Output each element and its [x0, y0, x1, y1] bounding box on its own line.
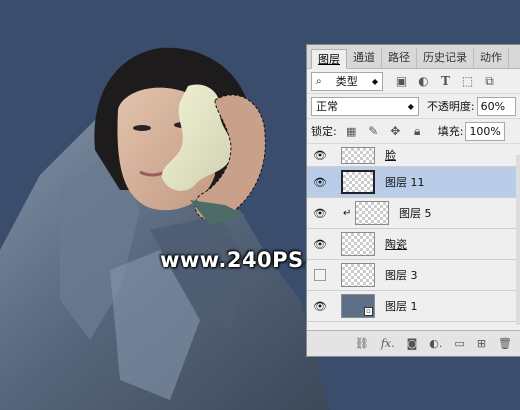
fill-input[interactable]: 100%: [465, 121, 506, 141]
eye-icon[interactable]: 👁︎: [307, 149, 333, 162]
tab-paths[interactable]: 路径: [382, 48, 417, 68]
layer-name: 脸: [385, 149, 396, 162]
eye-icon[interactable]: 👁︎: [307, 176, 333, 189]
filter-type-label: 类型: [335, 75, 358, 88]
lock-row: 锁定: ▦ ✎ ✥ 🔒︎ 填充: 100%: [307, 119, 520, 144]
type-filter-icon[interactable]: T: [439, 74, 452, 88]
panel-footer: ⛓ fx. ◙ ◐. ▭ ⊞ 🗑︎: [307, 330, 520, 356]
filter-icons: ▣ ◐ T ⬚ ⧉: [395, 74, 496, 89]
panel-tab-bar: 图层 通道 路径 历史记录 动作: [307, 45, 520, 69]
fill-label: 填充:: [437, 125, 464, 138]
layer-name: 陶瓷: [385, 238, 407, 251]
shape-filter-icon[interactable]: ⬚: [461, 74, 474, 88]
clipping-arrow-icon: ↵: [343, 207, 352, 219]
tab-channels[interactable]: 通道: [347, 48, 382, 68]
layer-name: 图层 5: [399, 207, 432, 220]
fx-icon[interactable]: fx.: [381, 337, 395, 350]
smart-object-filter-icon[interactable]: ⧉: [483, 74, 496, 88]
layer-name: 图层 3: [385, 269, 418, 282]
mask-icon[interactable]: ◙: [407, 337, 418, 350]
layers-panel: 图层 通道 路径 历史记录 动作 ⌕ 类型 ◆ ▣ ◐ T ⬚ ⧉ 正常 ◆ 不…: [306, 44, 520, 357]
layer-name: 图层 11: [385, 176, 425, 189]
opacity-input[interactable]: 60%: [476, 96, 516, 116]
layer-thumbnail: [355, 201, 389, 225]
chevron-updown-icon: ◆: [371, 76, 378, 86]
layer-row[interactable]: 图层 3: [307, 260, 520, 291]
layer-filter-select[interactable]: ⌕ 类型 ◆: [311, 71, 383, 91]
trash-icon[interactable]: 🗑︎: [498, 337, 512, 350]
layers-list: 👁︎ 脸 👁︎ 图层 11 👁︎ ↵ 图层 5 👁︎ 陶瓷 图层 3 👁︎ ▫ …: [307, 144, 520, 322]
new-layer-icon[interactable]: ⊞: [477, 337, 486, 350]
layer-thumbnail: [341, 232, 375, 256]
search-icon: ⌕: [316, 75, 322, 87]
layer-row[interactable]: 👁︎ 陶瓷: [307, 229, 520, 260]
blend-row: 正常 ◆ 不透明度: 60%: [307, 94, 520, 119]
layer-thumbnail: [341, 263, 375, 287]
blend-mode-select[interactable]: 正常 ◆: [311, 96, 419, 116]
group-icon[interactable]: ▭: [454, 337, 464, 350]
layer-thumbnail: [341, 146, 375, 164]
eye-icon[interactable]: 👁︎: [307, 300, 333, 313]
eye-icon[interactable]: 👁︎: [307, 238, 333, 251]
smart-object-badge-icon: ▫: [364, 307, 373, 316]
tab-layers[interactable]: 图层: [311, 49, 347, 69]
lock-all-icon[interactable]: 🔒︎: [411, 124, 424, 138]
chevron-updown-icon: ◆: [407, 101, 414, 111]
tab-history[interactable]: 历史记录: [417, 48, 474, 68]
adjustment-icon[interactable]: ◐.: [429, 337, 442, 350]
tab-actions[interactable]: 动作: [474, 48, 509, 68]
layer-row[interactable]: 👁︎ ↵ 图层 5: [307, 198, 520, 229]
lock-transparent-icon[interactable]: ▦: [345, 125, 358, 138]
layer-thumbnail: ▫: [341, 294, 375, 318]
lock-brush-icon[interactable]: ✎: [367, 124, 380, 138]
layer-row[interactable]: 👁︎ 脸: [307, 144, 520, 167]
lock-icons: ▦ ✎ ✥ 🔒︎: [345, 124, 424, 139]
layer-row[interactable]: 👁︎ ▫ 图层 1: [307, 291, 520, 322]
adjustment-filter-icon[interactable]: ◐: [417, 74, 430, 88]
layers-scrollbar[interactable]: [516, 155, 520, 325]
lock-move-icon[interactable]: ✥: [389, 124, 402, 138]
image-filter-icon[interactable]: ▣: [395, 74, 408, 88]
opacity-label: 不透明度:: [426, 100, 475, 113]
blend-mode-value: 正常: [316, 100, 338, 113]
layer-thumbnail: [341, 170, 375, 194]
visibility-toggle-off[interactable]: [307, 269, 333, 281]
layer-name: 图层 1: [385, 300, 418, 313]
filter-row: ⌕ 类型 ◆ ▣ ◐ T ⬚ ⧉: [307, 69, 520, 94]
layer-row[interactable]: 👁︎ 图层 11: [307, 167, 520, 198]
eye-icon[interactable]: 👁︎: [307, 207, 333, 220]
lock-label: 锁定:: [311, 125, 337, 138]
link-icon[interactable]: ⛓: [355, 337, 369, 350]
